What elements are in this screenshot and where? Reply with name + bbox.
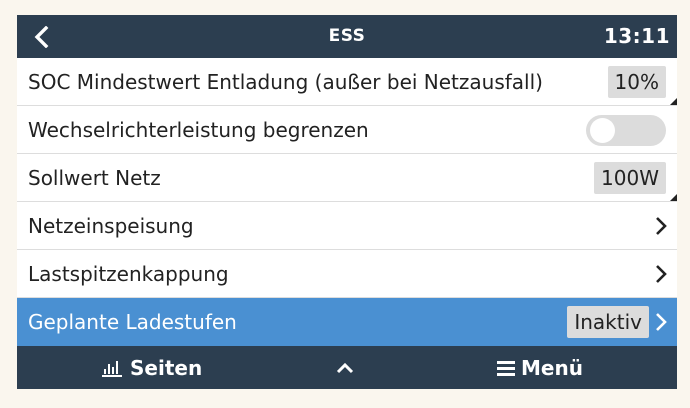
value-text: Inaktiv (574, 310, 642, 334)
ess-screen: ESS 13:11 SOC Mindestwert Entladung (auß… (17, 15, 677, 389)
page-title: ESS (328, 26, 366, 46)
row-label: Geplante Ladestufen (28, 310, 237, 334)
row-label: Sollwert Netz (28, 166, 161, 190)
menu-label: Menü (521, 355, 583, 380)
row-label: Lastspitzenkappung (28, 262, 229, 286)
value-text: 100W (601, 166, 659, 190)
row-label: SOC Mindestwert Entladung (außer bei Net… (28, 70, 543, 94)
bar-chart-icon (102, 360, 122, 377)
value-text: 10% (614, 70, 659, 94)
row-peak-shaving[interactable]: Lastspitzenkappung (17, 250, 677, 298)
row-label: Netzeinspeisung (28, 214, 194, 238)
chevron-right-icon (656, 265, 667, 283)
scroll-up-button[interactable] (335, 346, 355, 389)
menu-button[interactable]: Menü (497, 346, 583, 389)
value-box[interactable]: 10% (607, 66, 666, 98)
toggle-switch[interactable] (586, 115, 666, 146)
row-label: Wechselrichterleistung begrenzen (28, 118, 369, 142)
hamburger-icon (497, 360, 515, 376)
bottom-bar: Seiten Menü (17, 346, 677, 389)
row-grid-feed-in[interactable]: Netzeinspeisung (17, 202, 677, 250)
settings-list: SOC Mindestwert Entladung (außer bei Net… (17, 58, 677, 346)
pages-button[interactable]: Seiten (102, 346, 202, 389)
chevron-up-icon (336, 362, 354, 373)
pages-label: Seiten (130, 355, 203, 380)
value-box[interactable]: Inaktiv (567, 306, 649, 338)
value-box[interactable]: 100W (594, 162, 666, 194)
title-bar: ESS 13:11 (17, 15, 677, 58)
edit-corner-icon (670, 194, 677, 201)
toggle-knob (590, 118, 615, 143)
chevron-right-icon (656, 217, 667, 235)
chevron-right-icon (656, 313, 667, 331)
edit-corner-icon (670, 98, 677, 105)
row-soc-min-discharge[interactable]: SOC Mindestwert Entladung (außer bei Net… (17, 58, 677, 106)
row-scheduled-charge-levels[interactable]: Geplante Ladestufen Inaktiv (17, 298, 677, 346)
row-grid-setpoint[interactable]: Sollwert Netz 100W (17, 154, 677, 202)
clock: 13:11 (603, 24, 670, 48)
row-limit-inverter-power[interactable]: Wechselrichterleistung begrenzen (17, 106, 677, 154)
